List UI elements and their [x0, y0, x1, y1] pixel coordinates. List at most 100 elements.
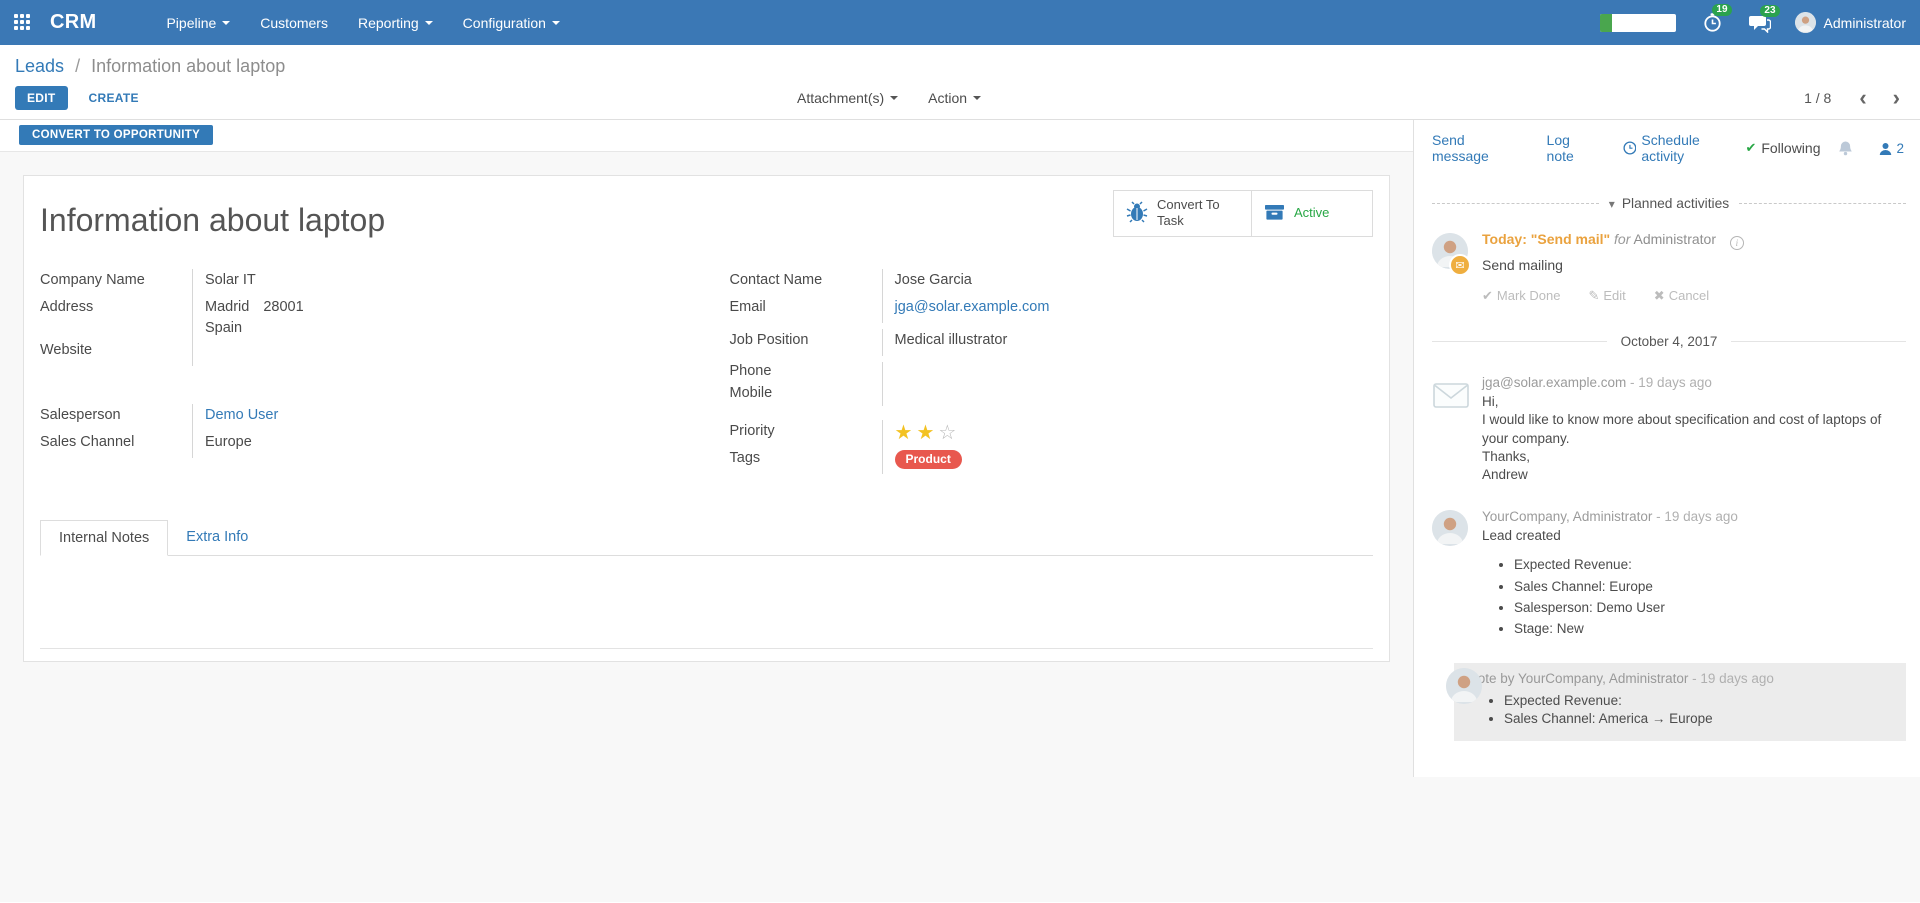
salesperson-link[interactable]: Demo User: [205, 407, 278, 423]
note-message-item: Note by YourCompany, Administrator - 19 …: [1432, 663, 1906, 741]
dashed-divider: [1739, 203, 1906, 204]
edit-button[interactable]: EDIT: [15, 86, 68, 110]
pencil-icon: ✎: [1588, 288, 1599, 303]
check-icon: ✔: [1745, 140, 1756, 156]
followers-person-icon: [1879, 142, 1892, 155]
user-avatar[interactable]: [1795, 12, 1816, 33]
pager-value[interactable]: 1 / 8: [1804, 90, 1831, 106]
content-area: CONVERT TO OPPORTUNITY Convert To Task: [0, 120, 1920, 902]
control-panel-row: EDIT CREATE Attachment(s) Action 1 / 8 ‹…: [15, 86, 1905, 110]
dashed-divider: [1432, 203, 1599, 204]
tab-internal-notes[interactable]: Internal Notes: [40, 520, 168, 556]
info-icon[interactable]: i: [1730, 236, 1744, 250]
apps-grid-icon[interactable]: [14, 14, 32, 32]
form-view: CONVERT TO OPPORTUNITY Convert To Task: [0, 120, 1413, 662]
stat-button-label: Convert To Task: [1157, 197, 1239, 230]
caret-down-icon: [425, 21, 433, 25]
caret-down-icon: [222, 21, 230, 25]
stat-button-label: Active: [1294, 205, 1329, 221]
attachments-dropdown[interactable]: Attachment(s): [797, 90, 898, 106]
chatter: Send message Log note Schedule activity …: [1413, 120, 1920, 777]
priority-stars[interactable]: ★★☆: [882, 420, 1374, 447]
breadcrumb-current: Information about laptop: [91, 56, 285, 76]
star-filled-icon[interactable]: ★: [895, 422, 917, 444]
message-header: YourCompany, Administrator - 19 days ago: [1482, 509, 1906, 524]
convert-to-task-button[interactable]: Convert To Task: [1113, 190, 1252, 237]
messages-badge: 23: [1760, 5, 1779, 17]
main-menu: Pipeline Customers Reporting Configurati…: [151, 2, 575, 44]
caret-down-icon: [890, 96, 898, 100]
fields-left-column: Company Name Solar IT Address Madrid2800…: [40, 269, 684, 474]
mark-done-button[interactable]: ✔Mark Done: [1482, 288, 1560, 304]
cross-icon: ✖: [1654, 288, 1665, 303]
create-button[interactable]: CREATE: [89, 91, 139, 105]
field-contact-name: Contact Name Jose Garcia: [730, 269, 1374, 296]
sales-channel-value: Europe: [192, 431, 684, 458]
field-salesperson: Salesperson Demo User: [40, 404, 684, 431]
field-mobile: Mobile: [730, 384, 1374, 406]
avatar: [1432, 510, 1468, 546]
field-company-name: Company Name Solar IT: [40, 269, 684, 296]
field-group: Company Name Solar IT Address Madrid2800…: [40, 269, 684, 366]
systray: 19 23 Administrator: [1600, 12, 1906, 33]
tab-extra-info[interactable]: Extra Info: [168, 520, 266, 555]
systray-progress-bar[interactable]: [1600, 14, 1676, 32]
tab-content: [40, 556, 1373, 648]
schedule-activity-button[interactable]: Schedule activity: [1623, 132, 1746, 164]
message-item: YourCompany, Administrator - 19 days ago…: [1432, 509, 1906, 639]
field-website: Website: [40, 339, 684, 366]
action-dropdowns: Attachment(s) Action: [797, 90, 1011, 106]
activity-clock-icon[interactable]: 19: [1702, 12, 1723, 33]
breadcrumb-leads[interactable]: Leads: [15, 56, 64, 76]
tag-product: Product: [895, 450, 962, 469]
chevron-right-icon[interactable]: ›: [1893, 91, 1900, 105]
menu-configuration[interactable]: Configuration: [448, 2, 575, 44]
bullet-item: Stage: New: [1514, 620, 1906, 638]
breadcrumb-separator: /: [75, 56, 80, 76]
log-note-button[interactable]: Log note: [1547, 132, 1601, 164]
planned-activities-toggle[interactable]: ▾Planned activities: [1599, 196, 1739, 211]
convert-to-opportunity-button[interactable]: CONVERT TO OPPORTUNITY: [19, 125, 213, 145]
bullet-item: Expected Revenue:: [1514, 556, 1906, 574]
star-filled-icon[interactable]: ★: [916, 422, 938, 444]
email-link[interactable]: jga@solar.example.com: [895, 299, 1050, 315]
action-dropdown[interactable]: Action: [928, 90, 981, 106]
contact-name-value: Jose Garcia: [882, 269, 1374, 296]
activity-badge: 19: [1712, 4, 1731, 16]
clock-icon: [1623, 141, 1637, 155]
message-bullet-list: Expected Revenue: Sales Channel: America…: [1468, 693, 1894, 726]
field-sales-channel: Sales Channel Europe: [40, 431, 684, 458]
edit-activity-button[interactable]: ✎Edit: [1588, 288, 1625, 304]
message-bullet-list: Expected Revenue: Sales Channel: Europe …: [1482, 556, 1906, 638]
send-message-button[interactable]: Send message: [1432, 132, 1525, 164]
activity-item: ✉ Today: "Send mail" for Administrator i…: [1432, 231, 1906, 304]
company-name-value: Solar IT: [192, 269, 684, 296]
bell-icon[interactable]: [1838, 140, 1853, 156]
user-name[interactable]: Administrator: [1824, 15, 1906, 31]
cancel-activity-button[interactable]: ✖Cancel: [1654, 288, 1709, 304]
date-divider: October 4, 2017: [1432, 334, 1906, 349]
navbar-left: CRM Pipeline Customers Reporting Configu…: [14, 2, 575, 44]
message-time: - 19 days ago: [1630, 375, 1712, 390]
website-value: [192, 339, 684, 366]
note-body: Note by YourCompany, Administrator - 19 …: [1454, 663, 1906, 741]
menu-pipeline[interactable]: Pipeline: [151, 2, 245, 44]
messages-icon[interactable]: 23: [1749, 13, 1771, 33]
star-empty-icon[interactable]: ☆: [938, 422, 960, 444]
field-email: Email jga@solar.example.com: [730, 296, 1374, 323]
field-group: Contact Name Jose Garcia Email jga@solar…: [730, 269, 1374, 406]
menu-customers[interactable]: Customers: [245, 2, 343, 44]
bullet-item: Sales Channel: Europe: [1514, 578, 1906, 596]
menu-reporting[interactable]: Reporting: [343, 2, 448, 44]
sheet-background: Convert To Task Active Information about…: [0, 152, 1413, 662]
following-button[interactable]: ✔ Following: [1745, 140, 1820, 156]
message-item: jga@solar.example.com - 19 days ago Hi, …: [1432, 375, 1906, 485]
active-toggle-button[interactable]: Active: [1251, 190, 1373, 237]
caret-down-icon: ▾: [1609, 197, 1615, 211]
email-activity-badge-icon: ✉: [1449, 254, 1471, 276]
message-header: Note by YourCompany, Administrator - 19 …: [1468, 671, 1894, 686]
fields-grid: Company Name Solar IT Address Madrid2800…: [40, 269, 1373, 474]
followers-button[interactable]: 2: [1879, 141, 1904, 156]
field-address: Address Madrid28001 Spain: [40, 296, 684, 339]
chevron-left-icon[interactable]: ‹: [1859, 91, 1866, 105]
